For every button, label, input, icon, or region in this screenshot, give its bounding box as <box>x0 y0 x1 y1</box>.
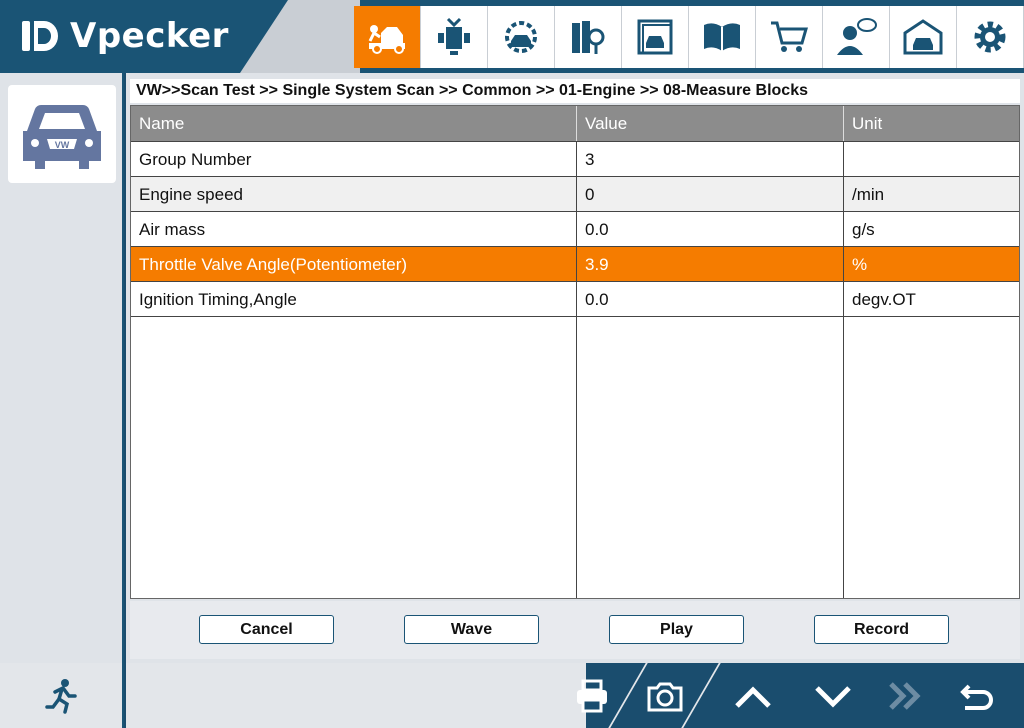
return-arrow-icon <box>960 684 993 710</box>
table-row[interactable]: Ignition Timing,Angle 0.0 degv.OT <box>131 282 1019 317</box>
service-button[interactable] <box>488 6 555 68</box>
cell-name: Air mass <box>131 212 577 246</box>
cell-value: 0.0 <box>577 212 844 246</box>
top-bar: Vpecker <box>0 0 1024 73</box>
empty-col-unit <box>844 317 1019 598</box>
cell-unit <box>844 142 1019 176</box>
header-value: Value <box>577 106 844 141</box>
printer-icon <box>577 679 607 713</box>
table-row[interactable]: Air mass 0.0 g/s <box>131 212 1019 247</box>
settings-button[interactable] <box>957 6 1024 68</box>
logo: Vpecker <box>0 0 280 73</box>
svg-text:VW: VW <box>55 140 70 150</box>
brand-name: Vpecker <box>70 16 229 56</box>
cell-unit: degv.OT <box>852 290 916 309</box>
feedback-button[interactable] <box>823 6 890 68</box>
cancel-button[interactable]: Cancel <box>199 615 334 644</box>
print-button[interactable] <box>567 671 617 721</box>
vw-car-icon: VW <box>23 105 101 169</box>
screenshot-button[interactable] <box>640 671 690 721</box>
cell-name: Ignition Timing,Angle <box>131 282 577 316</box>
scroll-up-button[interactable] <box>728 671 778 721</box>
breadcrumb: VW>>Scan Test >> Single System Scan >> C… <box>130 79 1020 103</box>
cell-name: Group Number <box>131 142 577 176</box>
table-empty-area <box>131 317 1019 598</box>
bottom-bar <box>0 663 1024 728</box>
running-man-icon <box>45 678 77 714</box>
empty-col-name <box>131 317 577 598</box>
measure-blocks-table: Name Value Unit Group Number 3 Engine sp… <box>130 105 1020 599</box>
cell-unit: % <box>852 255 868 274</box>
search-docs-icon <box>572 21 605 54</box>
manual-button[interactable] <box>689 6 756 68</box>
cell-value: 0 <box>577 177 844 211</box>
chevron-down-icon <box>815 686 851 708</box>
camera-icon <box>647 682 683 712</box>
garage-button[interactable] <box>890 6 957 68</box>
diagnose-button[interactable] <box>354 6 421 68</box>
service-icon <box>505 21 537 53</box>
table-row[interactable]: Group Number 3 <box>131 142 1019 177</box>
record-button[interactable]: Record <box>814 615 949 644</box>
play-button[interactable]: Play <box>609 615 744 644</box>
cell-unit: /min <box>852 185 885 204</box>
settings-icon <box>974 21 1006 53</box>
chevron-up-icon <box>735 686 771 708</box>
cell-unit: g/s <box>852 220 875 239</box>
main-content: VW>>Scan Test >> Single System Scan >> C… <box>126 73 1024 663</box>
table-header: Name Value Unit <box>131 106 1019 142</box>
left-panel: VW <box>0 73 124 663</box>
diagnose-icon <box>368 25 405 54</box>
double-chevron-right-icon <box>889 682 921 710</box>
shop-cart-icon <box>771 21 808 52</box>
garage-icon <box>903 19 943 55</box>
cell-value: 3.9 <box>577 247 844 281</box>
vpecker-logo-icon <box>22 21 58 51</box>
vehicle-info-icon <box>637 19 673 55</box>
next-page-button[interactable] <box>880 671 930 721</box>
search-docs-button[interactable] <box>555 6 622 68</box>
wave-button[interactable]: Wave <box>404 615 539 644</box>
special-function-icon <box>438 17 470 55</box>
manual-icon <box>704 23 740 51</box>
shop-button[interactable] <box>756 6 823 68</box>
scroll-down-button[interactable] <box>808 671 858 721</box>
table-row[interactable]: Engine speed 0 /min <box>131 177 1019 212</box>
header-name: Name <box>131 106 577 141</box>
vehicle-info-button[interactable] <box>622 6 689 68</box>
table-row-selected[interactable]: Throttle Valve Angle(Potentiometer) 3.9 … <box>131 247 1019 282</box>
action-bar: Cancel Wave Play Record <box>130 601 1020 659</box>
back-button[interactable] <box>952 671 1002 721</box>
vehicle-brand-card: VW <box>8 85 116 183</box>
cell-name: Engine speed <box>131 177 577 211</box>
main-toolbar <box>354 6 1024 68</box>
special-function-button[interactable] <box>421 6 488 68</box>
header-unit: Unit <box>852 114 883 133</box>
cell-name: Throttle Valve Angle(Potentiometer) <box>131 247 577 281</box>
empty-col-value <box>577 317 844 598</box>
exit-button[interactable] <box>0 663 124 728</box>
feedback-icon <box>837 18 877 55</box>
cell-value: 3 <box>577 142 844 176</box>
cell-value: 0.0 <box>577 282 844 316</box>
bottom-blank <box>126 663 586 728</box>
